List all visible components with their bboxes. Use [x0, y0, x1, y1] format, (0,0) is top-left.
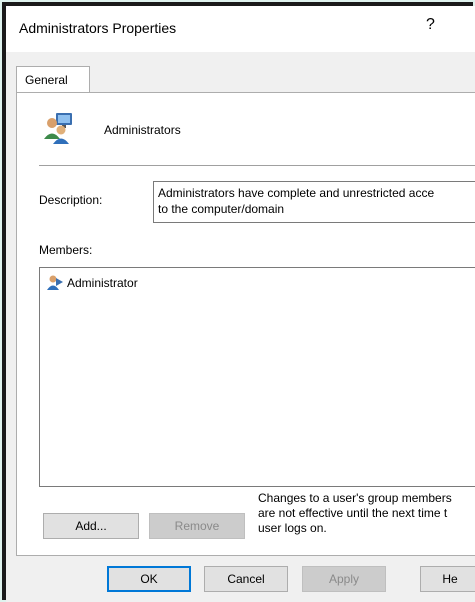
- properties-dialog: Administrators Properties ? General Admi…: [6, 6, 475, 602]
- members-list[interactable]: Administrator: [39, 267, 475, 487]
- user-icon: [47, 275, 63, 290]
- group-name: Administrators: [104, 123, 181, 137]
- tab-general[interactable]: General: [16, 66, 90, 93]
- title-bar[interactable]: Administrators Properties ?: [6, 6, 475, 52]
- help-button[interactable]: He: [420, 566, 475, 592]
- help-icon[interactable]: ?: [426, 16, 435, 34]
- members-label: Members:: [39, 243, 93, 257]
- description-field[interactable]: Administrators have complete and unrestr…: [153, 181, 475, 223]
- description-label: Description:: [39, 193, 103, 207]
- cancel-button[interactable]: Cancel: [204, 566, 288, 592]
- add-button[interactable]: Add...: [43, 513, 139, 539]
- membership-note: Changes to a user's group members are no…: [258, 491, 475, 536]
- tab-strip: General: [6, 52, 475, 93]
- ok-button[interactable]: OK: [107, 566, 191, 592]
- note-line-2: are not effective until the next time t: [258, 506, 448, 520]
- description-line-1: Administrators have complete and unrestr…: [158, 186, 435, 200]
- remove-button[interactable]: Remove: [149, 513, 245, 539]
- window-title: Administrators Properties: [19, 20, 177, 36]
- separator: [39, 165, 475, 166]
- description-line-2: to the computer/domain: [158, 202, 285, 216]
- member-name: Administrator: [67, 276, 138, 290]
- general-panel: Administrators Description: Administrato…: [16, 92, 475, 556]
- note-line-1: Changes to a user's group members: [258, 491, 452, 505]
- note-line-3: user logs on.: [258, 521, 327, 535]
- user-group-icon: [44, 113, 72, 144]
- apply-button[interactable]: Apply: [302, 566, 386, 592]
